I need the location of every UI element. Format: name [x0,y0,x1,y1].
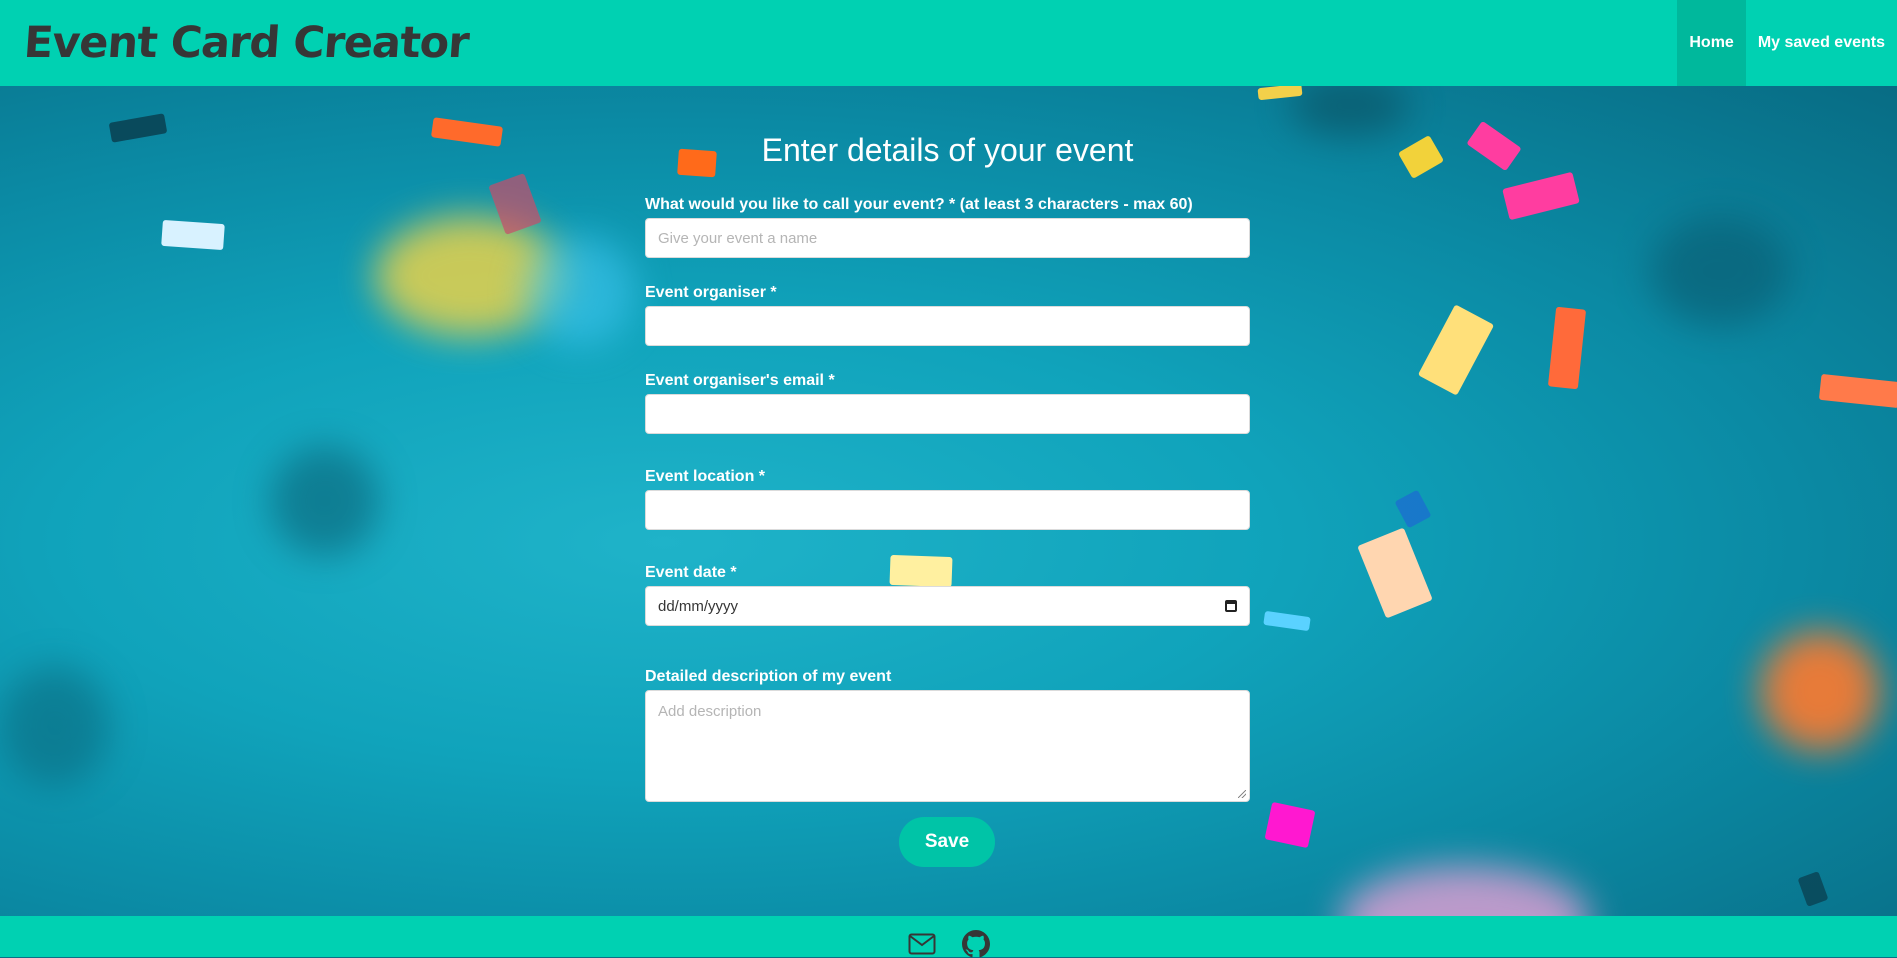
github-icon[interactable] [961,929,990,958]
date-input[interactable]: dd/mm/yyyy [645,586,1250,626]
organiser-input[interactable] [645,306,1250,346]
event-name-input[interactable]: Give your event a name [645,218,1250,258]
date-label: Event date * [645,564,737,581]
form-title: Enter details of your event [761,132,1134,168]
confetti-blur [1290,86,1410,136]
confetti-blur [270,446,380,556]
date-value: dd/mm/yyyy [658,597,739,615]
description-textarea[interactable]: Add description [645,690,1250,802]
mail-icon-graphic [908,933,935,954]
navbar: Event Card Creator Home My saved events [0,0,1897,86]
event-name-label: What would you like to call your event? … [645,196,1193,213]
confetti-piece [1357,527,1433,619]
save-button[interactable]: Save [899,817,995,867]
confetti-piece [1502,171,1580,221]
confetti-blur [1340,866,1590,916]
location-input[interactable] [645,490,1250,530]
confetti-piece [1397,135,1445,179]
nav-menu: Home My saved events [1677,0,1897,86]
confetti-blur [525,236,635,346]
organiser-email-input[interactable] [645,394,1250,434]
organiser-label: Event organiser * [645,284,777,301]
confetti-piece [1264,801,1316,849]
resize-handle-icon[interactable] [1238,790,1246,798]
event-name-placeholder: Give your event a name [658,229,818,247]
confetti-piece [161,219,225,251]
confetti-blur [1650,216,1790,326]
brand-logo[interactable]: Event Card Creator [22,18,470,68]
confetti-blur [1760,631,1880,751]
confetti-piece [1263,610,1311,632]
nav-item-saved-events[interactable]: My saved events [1746,0,1897,86]
confetti-piece [1417,304,1495,396]
confetti-piece [889,554,953,588]
location-label: Event location * [645,468,766,485]
confetti-piece [1394,489,1432,529]
footer [0,916,1897,957]
confetti-piece [108,113,168,143]
confetti-piece [430,117,504,147]
confetti-piece [1797,871,1829,907]
mail-icon[interactable] [908,930,936,958]
hero-background: Enter details of your event What would y… [0,86,1897,916]
confetti-piece [1818,373,1897,409]
confetti-piece [1547,306,1587,390]
description-placeholder: Add description [658,703,762,720]
confetti-piece [1466,120,1522,172]
nav-item-home[interactable]: Home [1677,0,1746,86]
organiser-email-label: Event organiser's email * [645,372,835,389]
github-icon-graphic [961,929,990,957]
confetti-blur [0,666,110,786]
description-label: Detailed description of my event [645,668,892,685]
calendar-icon[interactable] [1225,600,1237,612]
